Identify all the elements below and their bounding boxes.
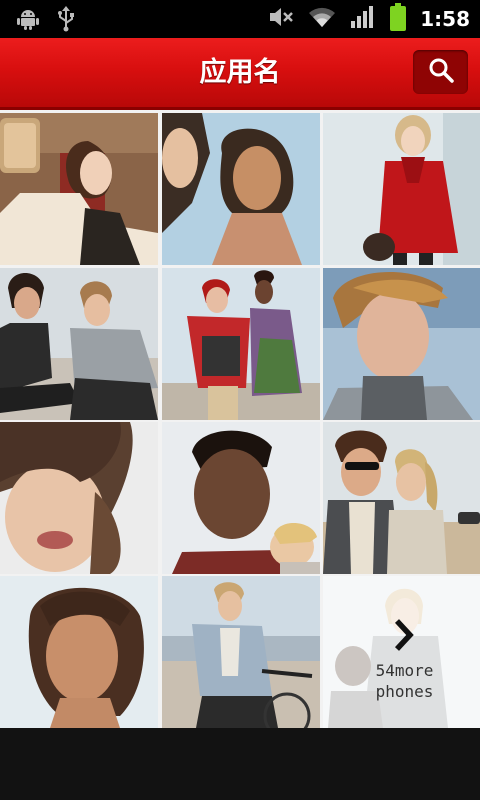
android-debug-icon (16, 7, 40, 35)
photo-tile[interactable] (0, 113, 158, 265)
search-icon (428, 57, 454, 87)
mute-icon (268, 5, 294, 33)
app-bar: 应用名 (0, 38, 480, 110)
chevron-right-icon (393, 618, 415, 652)
photo-tile[interactable] (0, 422, 158, 574)
usb-icon (56, 6, 76, 36)
photo-tile[interactable] (323, 268, 480, 420)
more-phones-label: 54more phones (323, 660, 480, 702)
photo-tile[interactable] (323, 422, 480, 574)
status-bar: 1:58 (0, 0, 480, 38)
photo-tile[interactable] (0, 268, 158, 420)
photo-tile[interactable] (162, 268, 320, 420)
more-phones-count-line: 54more (375, 661, 434, 680)
photo-tile[interactable] (162, 422, 320, 574)
photo-tile[interactable] (162, 113, 320, 265)
more-phones-tile[interactable]: 54more phones (323, 576, 480, 728)
photo-grid: 54more phones (0, 110, 480, 728)
photo-tile[interactable] (162, 576, 320, 728)
signal-icon (350, 5, 376, 33)
clock: 1:58 (420, 7, 470, 31)
photo-tile[interactable] (323, 113, 480, 265)
wifi-icon (308, 6, 336, 32)
photo-tile[interactable] (0, 576, 158, 728)
bottom-empty-area (0, 728, 480, 800)
search-button[interactable] (413, 50, 468, 94)
app-title: 应用名 (199, 57, 281, 88)
more-overlay (323, 576, 480, 728)
battery-icon (390, 3, 407, 35)
more-phones-word-line: phones (375, 682, 434, 701)
